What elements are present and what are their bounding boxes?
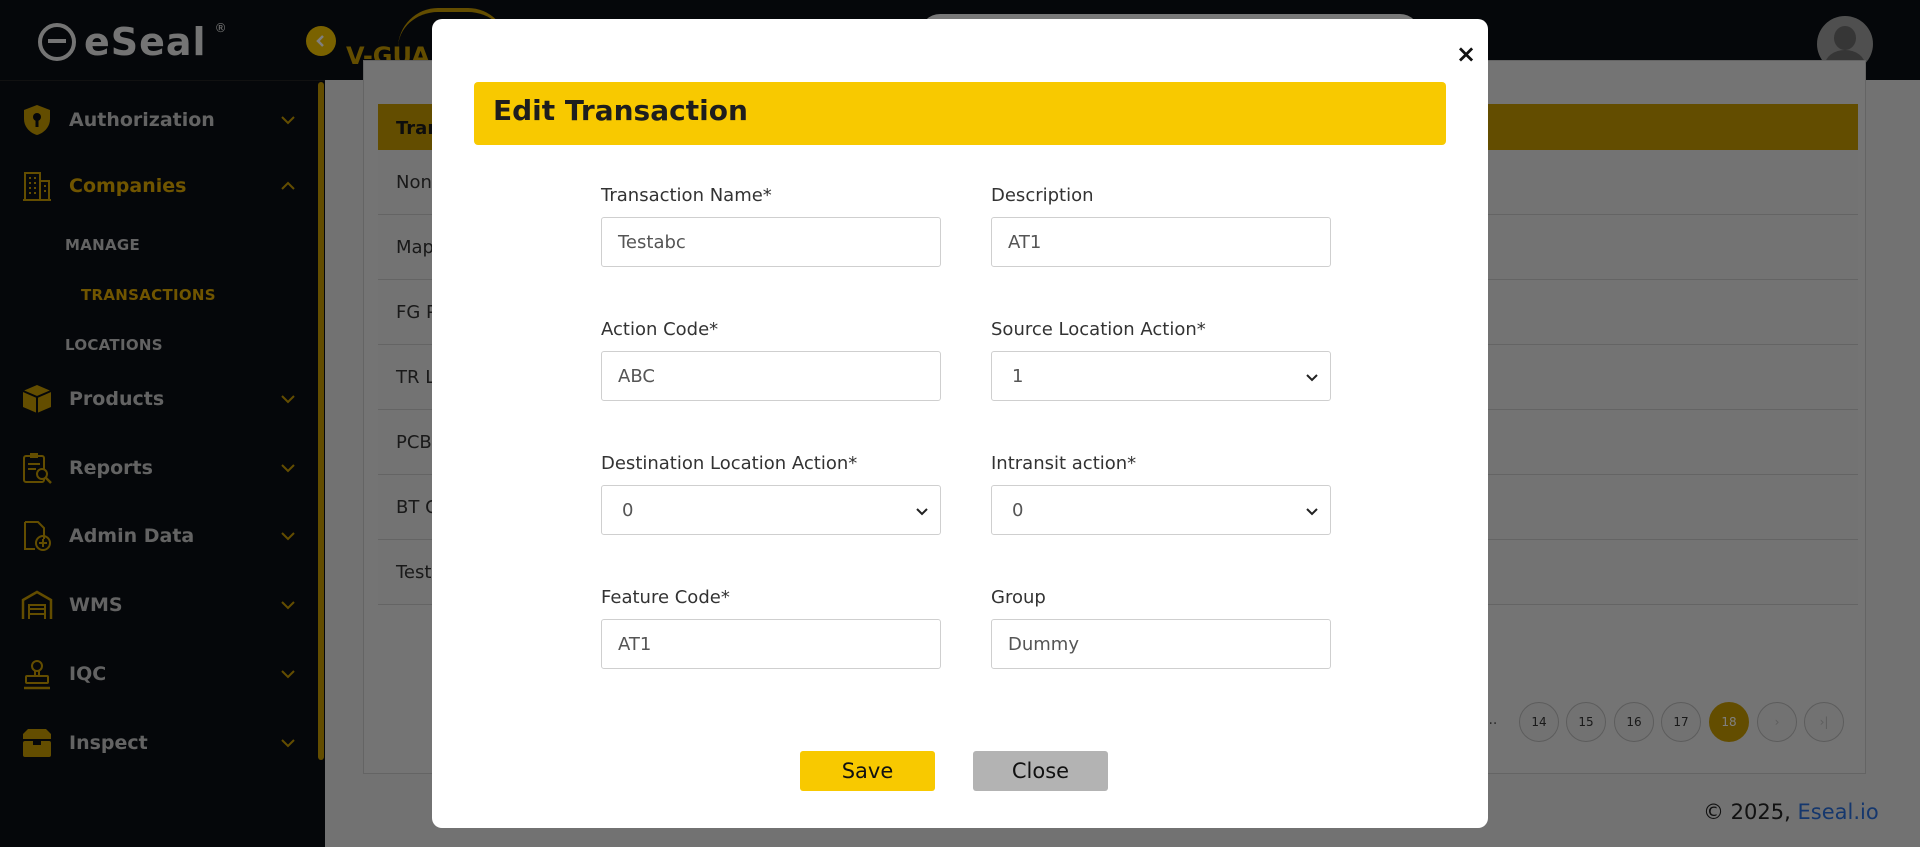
description-value: AT1 bbox=[1008, 231, 1042, 253]
chevron-down-icon bbox=[914, 503, 930, 519]
destination-location-action-label: Destination Location Action* bbox=[601, 453, 858, 474]
intransit-action-value: 0 bbox=[1012, 499, 1024, 521]
feature-code-label: Feature Code* bbox=[601, 587, 730, 608]
source-location-action-value: 1 bbox=[1012, 365, 1024, 387]
intransit-action-label: Intransit action* bbox=[991, 453, 1137, 474]
group-input[interactable]: Dummy bbox=[991, 619, 1331, 669]
chevron-down-icon bbox=[1304, 369, 1320, 385]
transaction-name-input[interactable]: Testabc bbox=[601, 217, 941, 267]
destination-location-action-value: 0 bbox=[622, 499, 634, 521]
intransit-action-select[interactable]: 0 bbox=[991, 485, 1331, 535]
source-location-action-label: Source Location Action* bbox=[991, 319, 1206, 340]
description-label: Description bbox=[991, 185, 1094, 206]
group-value: Dummy bbox=[1008, 633, 1079, 655]
group-label: Group bbox=[991, 587, 1046, 608]
feature-code-input[interactable]: AT1 bbox=[601, 619, 941, 669]
action-code-input[interactable]: ABC bbox=[601, 351, 941, 401]
close-button[interactable]: Close bbox=[973, 751, 1108, 791]
destination-location-action-select[interactable]: 0 bbox=[601, 485, 941, 535]
feature-code-value: AT1 bbox=[618, 633, 652, 655]
modal-close-button[interactable]: × bbox=[1452, 40, 1480, 68]
description-input[interactable]: AT1 bbox=[991, 217, 1331, 267]
chevron-down-icon bbox=[1304, 503, 1320, 519]
transaction-name-label: Transaction Name* bbox=[601, 185, 772, 206]
action-code-value: ABC bbox=[618, 365, 655, 387]
modal-title: Edit Transaction bbox=[493, 94, 748, 127]
save-button[interactable]: Save bbox=[800, 751, 935, 791]
action-code-label: Action Code* bbox=[601, 319, 719, 340]
source-location-action-select[interactable]: 1 bbox=[991, 351, 1331, 401]
transaction-name-value: Testabc bbox=[618, 231, 686, 253]
